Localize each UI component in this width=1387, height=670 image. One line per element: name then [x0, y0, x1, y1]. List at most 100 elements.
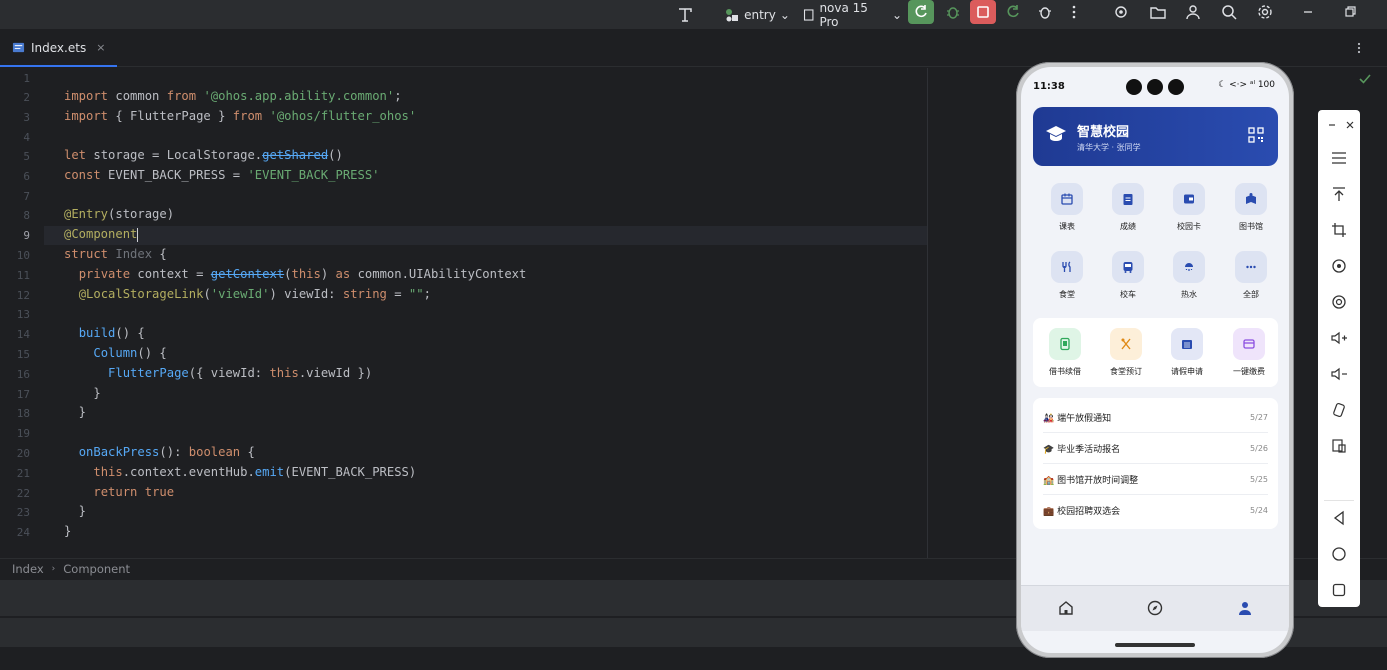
app-title: 智慧校园: [1077, 125, 1130, 140]
service-item[interactable]: 课表: [1042, 183, 1092, 232]
minimize-button[interactable]: [1295, 0, 1321, 24]
rotate-icon[interactable]: [1329, 256, 1349, 276]
minimize-icon: [1304, 11, 1312, 13]
power-icon[interactable]: [1329, 292, 1349, 312]
shake-icon[interactable]: [1329, 400, 1349, 420]
card-icon: [1233, 328, 1265, 360]
code-line: @Component: [64, 227, 139, 242]
rerun-button[interactable]: [908, 0, 934, 24]
volume-up-icon[interactable]: [1329, 328, 1349, 348]
service-item[interactable]: 热水: [1164, 251, 1214, 300]
quick-action-item[interactable]: 借书续借: [1039, 328, 1091, 377]
attach-debugger-button[interactable]: [1032, 0, 1058, 24]
settings-button[interactable]: [1252, 0, 1278, 24]
service-item[interactable]: 校车: [1103, 251, 1153, 300]
quick-action-label: 食堂预订: [1110, 367, 1142, 376]
line-number: 19: [16, 427, 30, 440]
profiler-button[interactable]: [1108, 0, 1134, 24]
notice-title-wrap: 💼 校园招聘双选会: [1043, 504, 1120, 517]
close-icon[interactable]: ×: [96, 41, 105, 54]
notice-item[interactable]: 💼 校园招聘双选会 5/24: [1043, 495, 1268, 526]
quick-actions-card: 借书续借 食堂预订 请假申请 一键缴费: [1033, 318, 1278, 387]
code-line: Column() {: [93, 346, 167, 360]
account-button[interactable]: [1180, 0, 1206, 24]
debug-button[interactable]: [940, 0, 966, 24]
line-number: 3: [23, 111, 30, 124]
quick-action-item[interactable]: 请假申请: [1161, 328, 1213, 377]
service-label: 成绩: [1120, 222, 1136, 231]
close-icon[interactable]: [1340, 115, 1360, 135]
notice-date: 5/27: [1250, 412, 1268, 422]
search-button[interactable]: [1216, 0, 1242, 24]
refresh-icon: [1007, 5, 1019, 18]
code-line: struct Index {: [64, 247, 167, 261]
service-item[interactable]: 成绩: [1103, 183, 1153, 232]
profile-icon[interactable]: [1237, 600, 1253, 616]
fork-spoon-icon: [1110, 328, 1142, 360]
breadcrumb-item[interactable]: Component: [63, 562, 130, 576]
home-icon[interactable]: [1058, 600, 1074, 616]
notice-item[interactable]: 🎎 端午放假通知 5/27: [1043, 402, 1268, 433]
minimize-icon[interactable]: [1322, 115, 1342, 135]
bug-icon: [947, 7, 959, 19]
code-line: import common from '@ohos.app.ability.co…: [64, 89, 402, 103]
service-item[interactable]: 校园卡: [1164, 183, 1214, 232]
device-preview: 11:38 ☾ <·> ᵃˡ 100 智慧校园 清华大学 · 张同学 课表 成绩校…: [1016, 62, 1294, 658]
breadcrumb-item[interactable]: Index: [12, 562, 44, 576]
home-indicator[interactable]: [1115, 643, 1195, 647]
calendar-icon: [1051, 183, 1083, 215]
more-actions-button[interactable]: [1061, 0, 1087, 24]
notice-emoji: 🎓: [1043, 444, 1055, 455]
module-selector[interactable]: entry ⌄: [722, 4, 792, 26]
code-line: }: [64, 524, 72, 538]
restore-button[interactable]: [1337, 0, 1363, 24]
compass-icon[interactable]: [1147, 600, 1163, 616]
calendar-grid-icon: [1171, 328, 1203, 360]
quick-action-label: 借书续借: [1049, 367, 1081, 376]
device-selector[interactable]: nova 15 Pro ⌄: [802, 1, 902, 29]
notice-item[interactable]: 🏫 图书馆开放时间调整 5/25: [1043, 464, 1268, 495]
code-line: @Entry(storage): [64, 207, 175, 221]
rerun-icon: [915, 5, 927, 18]
crop-icon[interactable]: [1329, 220, 1349, 240]
tab-index-ets[interactable]: Index.ets ×: [0, 30, 118, 67]
text-tool-icon[interactable]: [672, 4, 698, 26]
apply-changes-button[interactable]: [1000, 0, 1026, 24]
device-icon: [803, 9, 814, 21]
attach-bug-icon: [1039, 7, 1051, 19]
pin-top-icon[interactable]: [1329, 184, 1349, 204]
quick-action-item[interactable]: 一键缴费: [1223, 328, 1275, 377]
code-line: import { FlutterPage } from '@ohos/flutt…: [64, 109, 417, 123]
quick-action-item[interactable]: 食堂预订: [1100, 328, 1152, 377]
service-label: 校园卡: [1177, 222, 1201, 231]
recent-apps-icon[interactable]: [1329, 580, 1349, 600]
notice-emoji: 💼: [1043, 507, 1055, 517]
service-item[interactable]: 图书馆: [1226, 183, 1276, 232]
device-label: nova 15 Pro: [819, 1, 868, 29]
screenshot-icon[interactable]: [1329, 436, 1349, 456]
line-number: 18: [16, 407, 30, 420]
tab-options-icon[interactable]: [1352, 40, 1366, 59]
home-button-icon[interactable]: [1329, 544, 1349, 564]
stop-button[interactable]: [970, 0, 996, 24]
line-number-gutter: 1 2 3 4 5 6 7 8 9 10 11 12 13 14 15 16 17 18 19 20 21 22 23 24: [0, 68, 44, 558]
emulator-control-panel: [1318, 110, 1360, 607]
volume-down-icon[interactable]: [1329, 364, 1349, 384]
notice-item[interactable]: 🎓 毕业季活动报名 5/26: [1043, 433, 1268, 464]
clipboard-icon: [1112, 183, 1144, 215]
service-item[interactable]: 食堂: [1042, 251, 1092, 300]
notice-title: 毕业季活动报名: [1057, 444, 1121, 455]
line-number: 12: [16, 289, 30, 302]
line-number: 23: [16, 506, 30, 519]
phone-screen[interactable]: 11:38 ☾ <·> ᵃˡ 100 智慧校园 清华大学 · 张同学 课表 成绩校…: [1021, 67, 1289, 653]
service-item[interactable]: 全部: [1226, 251, 1276, 300]
menu-icon[interactable]: [1329, 148, 1349, 168]
restore-icon: [1345, 6, 1356, 17]
qr-code-icon[interactable]: [1248, 127, 1264, 143]
back-icon[interactable]: [1329, 508, 1349, 528]
chevron-down-icon: ⌄: [891, 8, 902, 22]
service-label: 校车: [1120, 290, 1136, 299]
line-number: 4: [23, 131, 30, 144]
device-manager-button[interactable]: [1145, 0, 1171, 24]
notice-emoji: 🏫: [1043, 475, 1055, 486]
